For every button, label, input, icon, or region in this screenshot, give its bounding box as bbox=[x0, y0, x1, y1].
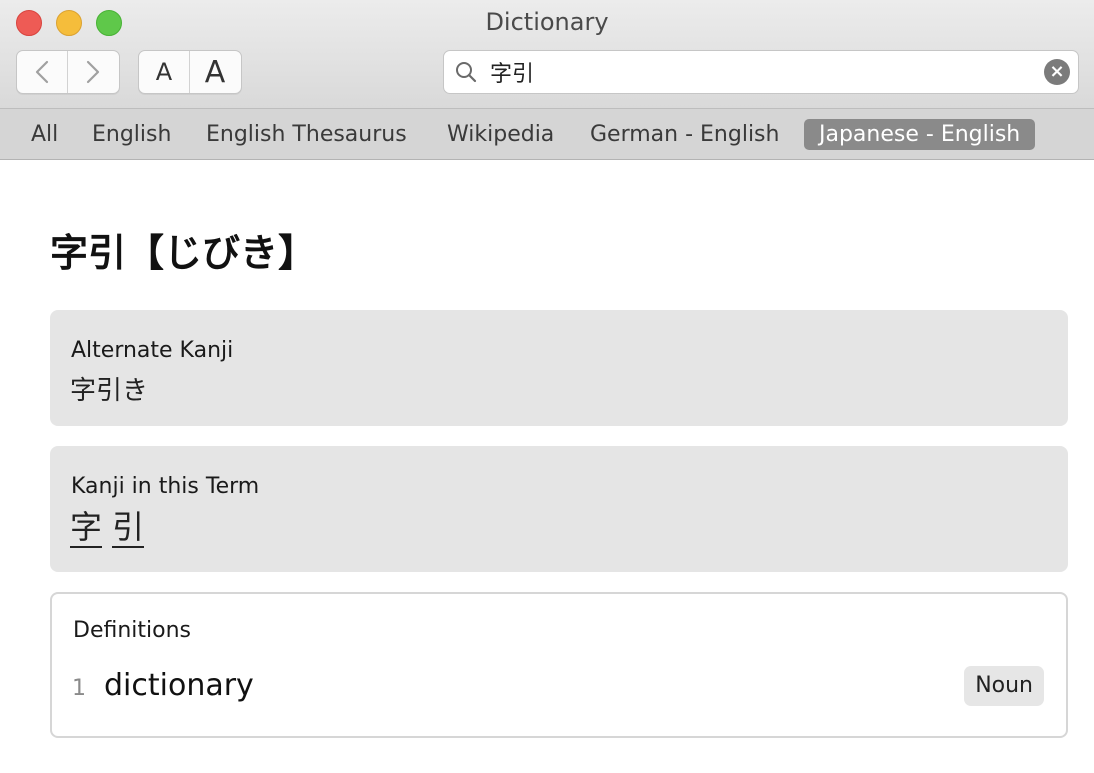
font-size-segment: A A bbox=[138, 50, 242, 94]
toolbar: Dictionary A A × bbox=[0, 0, 1094, 109]
alternate-kanji-value: 字引き bbox=[70, 376, 149, 406]
chevron-right-icon bbox=[86, 60, 100, 84]
entry-content: 字引【じびき】 Alternate Kanji 字引き Kanji in thi… bbox=[0, 160, 1094, 773]
navigation-segment bbox=[16, 50, 120, 94]
forward-button[interactable] bbox=[67, 51, 118, 93]
definitions-box: Definitions 1 dictionary Noun bbox=[50, 592, 1068, 738]
headword: 字引【じびき】 bbox=[50, 231, 317, 275]
window-title: Dictionary bbox=[485, 8, 609, 36]
search-input[interactable] bbox=[488, 55, 1032, 89]
tab-japanese-english[interactable]: Japanese - English bbox=[804, 119, 1036, 150]
magnifier-icon bbox=[456, 62, 477, 83]
part-of-speech-badge: Noun bbox=[964, 666, 1044, 706]
search-field[interactable]: × bbox=[443, 50, 1079, 94]
tab-all[interactable]: All bbox=[16, 119, 73, 150]
decrease-font-button[interactable]: A bbox=[139, 51, 189, 93]
kanji-in-term-card: Kanji in this Term 字 引 bbox=[50, 446, 1068, 572]
clear-search-icon[interactable]: × bbox=[1044, 59, 1070, 85]
kanji-list: 字 引 bbox=[70, 508, 145, 548]
kanji-link[interactable]: 字 bbox=[70, 508, 103, 548]
kanji-link[interactable]: 引 bbox=[112, 508, 145, 548]
definition-text: dictionary bbox=[104, 668, 254, 703]
alternate-kanji-label: Alternate Kanji bbox=[71, 338, 234, 363]
source-scope-bar: All English English Thesaurus Wikipedia … bbox=[0, 109, 1094, 160]
tab-english[interactable]: English bbox=[77, 119, 186, 150]
increase-font-button[interactable]: A bbox=[189, 51, 240, 93]
tab-german-english[interactable]: German - English bbox=[575, 119, 794, 150]
tab-wikipedia[interactable]: Wikipedia bbox=[432, 119, 569, 150]
dictionary-window: Dictionary A A × bbox=[0, 0, 1094, 773]
definitions-label: Definitions bbox=[73, 618, 191, 643]
alternate-kanji-card: Alternate Kanji 字引き bbox=[50, 310, 1068, 426]
kanji-in-term-label: Kanji in this Term bbox=[71, 474, 260, 499]
chevron-left-icon bbox=[35, 60, 49, 84]
back-button[interactable] bbox=[17, 51, 67, 93]
tab-english-thesaurus[interactable]: English Thesaurus bbox=[191, 119, 422, 150]
definition-number: 1 bbox=[72, 676, 86, 701]
